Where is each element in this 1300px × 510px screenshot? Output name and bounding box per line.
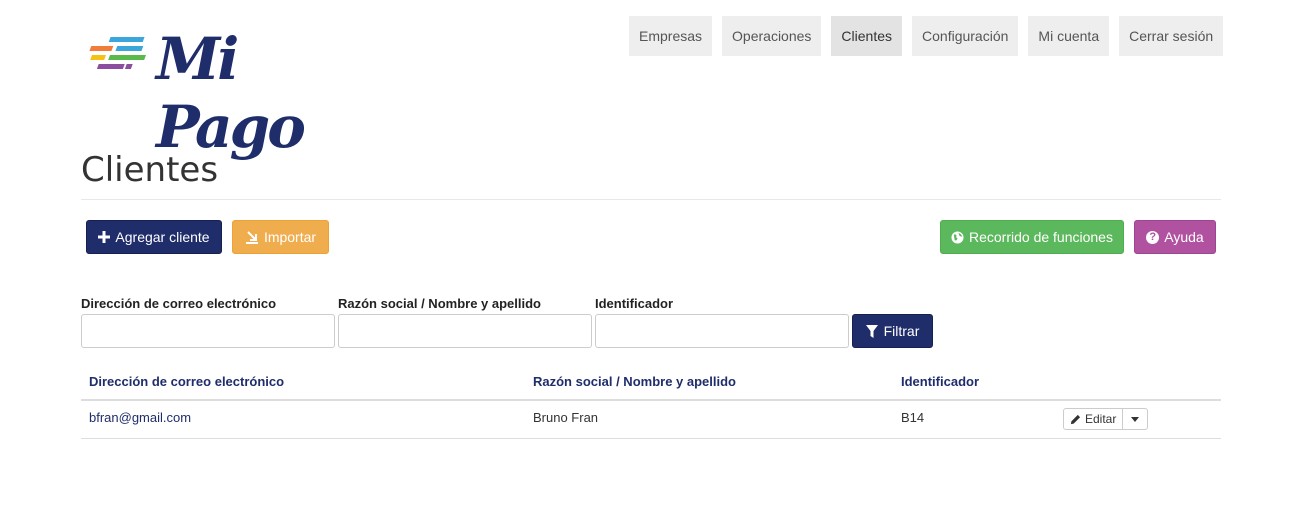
caret-down-icon	[1131, 416, 1140, 422]
nav-item-empresas[interactable]: Empresas	[629, 16, 713, 56]
email-filter-label: Dirección de correo electrónico	[81, 296, 277, 311]
globe-icon	[951, 230, 964, 244]
import-label: Importar	[263, 229, 317, 245]
email-filter-input[interactable]	[81, 314, 335, 348]
top-nav: Empresas Operaciones Clientes Configurac…	[629, 16, 1224, 56]
help-button[interactable]: ? Ayuda	[1134, 220, 1216, 254]
id-filter-label: Identificador	[595, 296, 674, 311]
nav-item-operaciones[interactable]: Operaciones	[722, 16, 822, 56]
name-filter-label: Razón social / Nombre y apellido	[338, 296, 541, 311]
import-button[interactable]: Importar	[232, 220, 329, 254]
column-header-id[interactable]: Identificador	[901, 374, 979, 389]
filter-label: Filtrar	[883, 323, 920, 339]
filter-icon	[865, 324, 878, 338]
nav-item-mi-cuenta[interactable]: Mi cuenta	[1028, 16, 1110, 56]
feature-tour-button[interactable]: Recorrido de funciones	[940, 220, 1124, 254]
add-client-label: Agregar cliente	[115, 229, 210, 245]
edit-button-group: Editar	[1063, 408, 1149, 430]
client-email-link[interactable]: bfran@gmail.com	[89, 410, 191, 425]
feature-tour-label: Recorrido de funciones	[969, 229, 1113, 245]
import-icon	[245, 231, 258, 244]
title-divider	[81, 199, 1221, 200]
client-id: B14	[901, 410, 925, 425]
page-title: Clientes	[81, 150, 219, 190]
filter-button[interactable]: Filtrar	[852, 314, 933, 348]
name-filter-input[interactable]	[338, 314, 592, 348]
client-name: Bruno Fran	[533, 410, 599, 425]
nav-item-clientes[interactable]: Clientes	[831, 16, 903, 56]
help-label: Ayuda	[1164, 229, 1204, 245]
logo-text: Mi Pago	[156, 25, 306, 161]
id-filter-input[interactable]	[595, 314, 849, 348]
nav-item-configuracion[interactable]: Configuración	[912, 16, 1019, 56]
plus-icon	[98, 231, 111, 243]
edit-label: Editar	[1085, 412, 1117, 426]
table-header-divider	[81, 399, 1221, 401]
pencil-icon	[1070, 414, 1081, 424]
edit-dropdown-toggle[interactable]	[1123, 409, 1147, 429]
logo[interactable]: Mi Pago	[86, 25, 386, 161]
edit-button[interactable]: Editar	[1064, 409, 1124, 429]
column-header-email[interactable]: Dirección de correo electrónico	[89, 374, 284, 389]
nav-item-cerrar-sesion[interactable]: Cerrar sesión	[1119, 16, 1224, 56]
column-header-name[interactable]: Razón social / Nombre y apellido	[533, 374, 736, 389]
question-circle-icon: ?	[1146, 230, 1160, 244]
add-client-button[interactable]: Agregar cliente	[86, 220, 222, 254]
table-row-divider	[81, 438, 1221, 439]
logo-stripes-icon	[89, 37, 146, 69]
